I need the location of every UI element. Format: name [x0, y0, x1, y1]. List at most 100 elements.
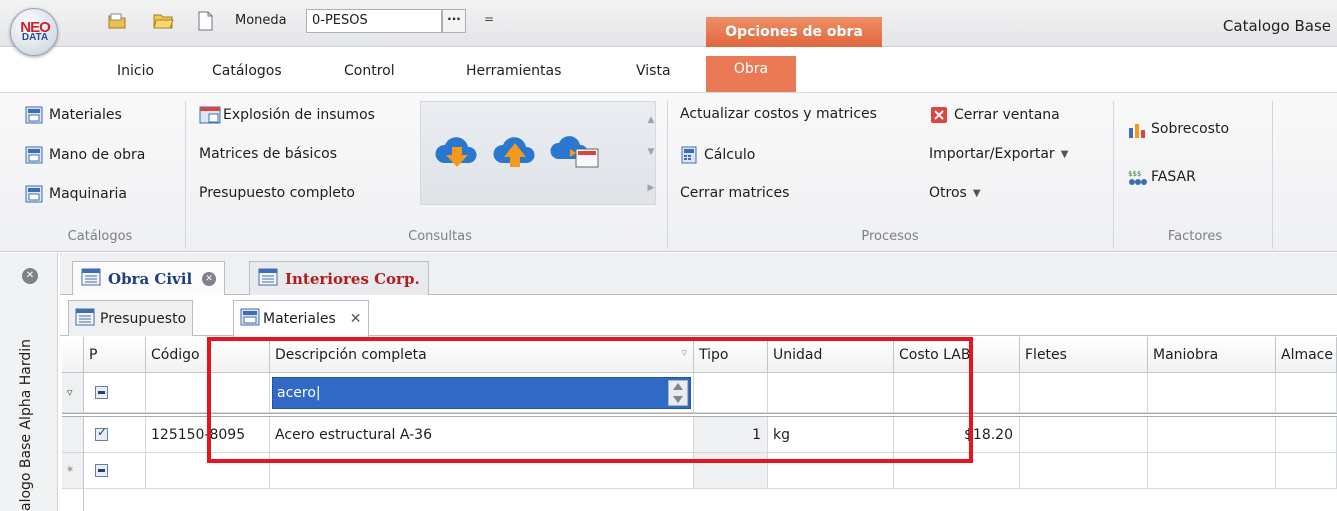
menu-bar: Inicio Catálogos Control Herramientas Vi… [0, 47, 1337, 92]
filter-cell-costo[interactable] [894, 373, 1020, 413]
fasar-button[interactable]: $$$ FASAR [1127, 168, 1196, 186]
cloud-download-icon[interactable] [434, 131, 480, 175]
new-row-cell-costo[interactable] [894, 453, 1020, 489]
calculo-button[interactable]: Cálculo [680, 146, 755, 164]
open-folder-icon[interactable] [106, 10, 128, 32]
filter-spin-button[interactable] [668, 379, 688, 406]
new-document-icon[interactable] [194, 10, 216, 32]
filter-cell-almace[interactable] [1276, 373, 1337, 413]
filter-checkbox[interactable] [95, 386, 108, 399]
folder-icon[interactable] [152, 10, 174, 32]
row-cell-codigo[interactable]: 125150-8095 [146, 417, 270, 453]
new-row-cell-codigo[interactable] [146, 453, 270, 489]
subtab-materiales[interactable]: Materiales ✕ [233, 300, 369, 337]
spin-down-icon[interactable] [673, 395, 683, 403]
subtab-presupuesto[interactable]: Presupuesto [68, 300, 194, 336]
filter-cell-p[interactable] [84, 373, 146, 413]
row-checkbox[interactable] [95, 425, 108, 441]
gallery-expand[interactable]: ▶ [642, 173, 660, 203]
filter-cell-unidad[interactable] [768, 373, 894, 413]
new-row-cell-almace[interactable] [1276, 453, 1337, 489]
row-indicator[interactable] [62, 417, 84, 453]
app-logo[interactable]: NEO DATA [10, 8, 58, 56]
new-row-cell-descripcion[interactable] [270, 453, 694, 489]
explosion-insumos-label: Explosión de insumos [223, 107, 375, 123]
tab-inicio[interactable]: Inicio [117, 63, 154, 79]
cloud-upload-icon[interactable] [492, 131, 538, 175]
column-header-descripcion-label: Descripción completa [275, 346, 427, 363]
spin-up-icon[interactable] [673, 382, 683, 390]
tab-vista[interactable]: Vista [636, 63, 671, 79]
matrices-basicos-button[interactable]: Matrices de básicos [199, 146, 337, 162]
column-header-almace[interactable]: Almace [1276, 337, 1337, 373]
column-header-p[interactable]: P [84, 337, 146, 373]
cerrar-ventana-button[interactable]: Cerrar ventana [930, 106, 1060, 124]
moneda-browse-button[interactable]: ··· [442, 9, 466, 33]
row-cell-p[interactable] [84, 417, 146, 453]
tab-interiores-corp[interactable]: Interiores Corp. [249, 261, 429, 295]
customize-quick-access-button[interactable]: = [484, 12, 494, 26]
close-icon[interactable]: ✕ [350, 311, 362, 327]
filter-cell-codigo[interactable] [146, 373, 270, 413]
importar-exportar-button[interactable]: Importar/Exportar ▼ [929, 146, 1068, 162]
column-header-descripcion[interactable]: Descripción completa ▿ [270, 337, 694, 373]
tab-herramientas[interactable]: Herramientas [466, 63, 561, 79]
filter-row-indicator: ▿ [62, 373, 84, 413]
presupuesto-completo-button[interactable]: Presupuesto completo [199, 185, 355, 201]
filter-cell-maniobra[interactable] [1148, 373, 1276, 413]
column-header-costo-lab[interactable]: Costo LAB [894, 337, 1020, 373]
new-row-checkbox[interactable] [95, 464, 108, 477]
column-header-unidad[interactable]: Unidad [768, 337, 894, 373]
row-cell-fletes[interactable] [1020, 417, 1148, 453]
actualizar-costos-label: Actualizar costos y matrices [680, 106, 877, 122]
tab-obra-civil[interactable]: Obra Civil ✕ [72, 261, 226, 295]
chevron-down-icon: ▼ [972, 187, 981, 199]
maquinaria-button[interactable]: Maquinaria [25, 185, 127, 203]
side-panel-close-icon[interactable]: ✕ [22, 268, 38, 284]
otros-label: Otros [929, 185, 967, 201]
filter-cell-tipo[interactable] [694, 373, 768, 413]
maquinaria-label: Maquinaria [49, 186, 127, 202]
row-cell-almace[interactable] [1276, 417, 1337, 453]
column-header-fletes[interactable]: Fletes [1020, 337, 1148, 373]
cerrar-matrices-button[interactable]: Cerrar matrices [680, 185, 789, 201]
materiales-button[interactable]: Materiales [25, 106, 122, 124]
mano-de-obra-button[interactable]: Mano de obra [25, 146, 145, 164]
tab-catalogos[interactable]: Catálogos [212, 63, 282, 79]
column-header-maniobra[interactable]: Maniobra [1148, 337, 1276, 373]
filter-cell-descripcion[interactable]: acero | [270, 373, 694, 413]
moneda-field[interactable]: 0-PESOS [306, 9, 442, 33]
row-cell-unidad[interactable]: kg [768, 417, 894, 453]
group-separator [185, 101, 186, 249]
actualizar-costos-button[interactable]: Actualizar costos y matrices [680, 106, 877, 122]
row-cell-costo[interactable]: $18.20 [894, 417, 1020, 453]
row-cell-tipo[interactable]: 1 [694, 417, 768, 453]
presupuesto-completo-label: Presupuesto completo [199, 185, 355, 201]
gallery-scroll-up[interactable]: ▲ [642, 105, 660, 135]
row-cell-descripcion[interactable]: Acero estructural A-36 [270, 417, 694, 453]
new-row-cell-p[interactable] [84, 453, 146, 489]
gallery-scroll-down[interactable]: ▼ [642, 137, 660, 167]
new-row-cell-maniobra[interactable] [1148, 453, 1276, 489]
tab-control[interactable]: Control [344, 63, 395, 79]
cloud-sync-icon[interactable] [550, 129, 602, 175]
filter-icon[interactable]: ▿ [681, 346, 687, 359]
row-indicator-header [62, 337, 84, 373]
row-cell-maniobra[interactable] [1148, 417, 1276, 453]
sobrecosto-button[interactable]: Sobrecosto [1127, 120, 1229, 138]
new-row-cell-tipo[interactable] [694, 453, 768, 489]
group-separator [1272, 101, 1273, 249]
explosion-insumos-button[interactable]: Explosión de insumos [199, 106, 375, 124]
descripcion-filter-input[interactable]: acero | [272, 376, 691, 409]
filter-cell-fletes[interactable] [1020, 373, 1148, 413]
otros-button[interactable]: Otros ▼ [929, 185, 981, 201]
tab-obra[interactable]: Obra [706, 56, 796, 92]
new-row-cell-fletes[interactable] [1020, 453, 1148, 489]
side-panel-vertical-label[interactable]: alogo Base Alpha Hardin [18, 339, 34, 511]
column-header-codigo[interactable]: Código [146, 337, 270, 373]
new-row-indicator[interactable]: * [62, 453, 84, 489]
close-icon[interactable]: ✕ [202, 271, 217, 286]
column-header-tipo[interactable]: Tipo [694, 337, 768, 373]
mano-de-obra-label: Mano de obra [49, 147, 146, 163]
new-row-cell-unidad[interactable] [768, 453, 894, 489]
